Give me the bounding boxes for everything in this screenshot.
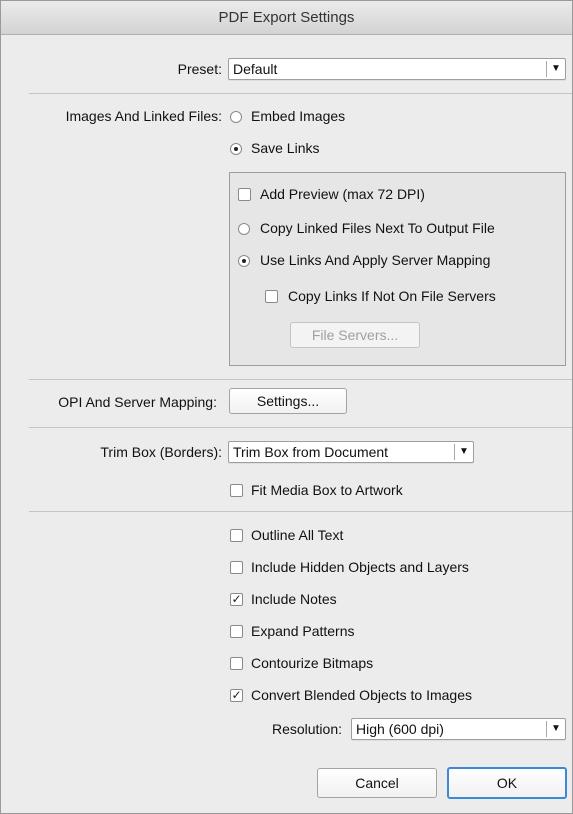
resolution-select-value: High (600 dpi) — [356, 721, 444, 737]
use-links-radio[interactable] — [238, 255, 250, 267]
separator — [29, 511, 572, 512]
save-links-radio[interactable] — [230, 143, 242, 155]
preset-label: Preset: — [177, 61, 222, 77]
copy-if-not-on-servers-label: Copy Links If Not On File Servers — [288, 288, 496, 304]
checkmark-icon: ✓ — [231, 592, 242, 606]
chevron-down-icon: ▼ — [546, 721, 565, 737]
dialog-title: PDF Export Settings — [1, 1, 572, 35]
trim-box-select[interactable]: Trim Box from Document ▼ — [228, 441, 474, 463]
include-notes-checkbox[interactable]: ✓ — [230, 593, 243, 606]
pdf-export-dialog: PDF Export Settings Preset: Default ▼ Im… — [0, 0, 573, 814]
images-linked-files-label: Images And Linked Files: — [65, 108, 222, 124]
use-links-label: Use Links And Apply Server Mapping — [260, 252, 491, 268]
expand-patterns-label: Expand Patterns — [251, 623, 355, 639]
contourize-bitmaps-label: Contourize Bitmaps — [251, 655, 374, 671]
resolution-select[interactable]: High (600 dpi) ▼ — [351, 718, 566, 740]
opi-settings-button[interactable]: Settings... — [229, 388, 347, 414]
expand-patterns-checkbox[interactable] — [230, 625, 243, 638]
add-preview-label: Add Preview (max 72 DPI) — [260, 186, 425, 202]
copy-linked-files-label: Copy Linked Files Next To Output File — [260, 220, 495, 236]
resolution-label: Resolution: — [271, 721, 342, 737]
chevron-down-icon: ▼ — [454, 444, 473, 460]
fit-media-box-checkbox[interactable] — [230, 484, 243, 497]
trim-box-label: Trim Box (Borders): — [100, 444, 222, 460]
file-servers-button[interactable]: File Servers... — [290, 322, 420, 348]
trim-box-select-value: Trim Box from Document — [233, 444, 389, 460]
add-preview-checkbox[interactable] — [238, 188, 251, 201]
include-hidden-label: Include Hidden Objects and Layers — [251, 559, 469, 575]
outline-text-checkbox[interactable] — [230, 529, 243, 542]
convert-blended-label: Convert Blended Objects to Images — [251, 687, 473, 703]
embed-images-label: Embed Images — [251, 108, 346, 124]
separator — [29, 427, 572, 428]
include-hidden-checkbox[interactable] — [230, 561, 243, 574]
preset-select-value: Default — [233, 61, 278, 77]
checkmark-icon: ✓ — [231, 688, 242, 702]
separator — [29, 379, 572, 380]
include-notes-label: Include Notes — [251, 591, 337, 607]
outline-text-label: Outline All Text — [251, 527, 344, 543]
cancel-button[interactable]: Cancel — [317, 768, 437, 798]
contourize-bitmaps-checkbox[interactable] — [230, 657, 243, 670]
separator — [29, 93, 572, 94]
embed-images-radio[interactable] — [230, 111, 242, 123]
copy-if-not-on-servers-checkbox[interactable] — [265, 290, 278, 303]
chevron-down-icon: ▼ — [546, 61, 565, 77]
save-links-label: Save Links — [251, 140, 320, 156]
ok-button[interactable]: OK — [447, 767, 567, 799]
convert-blended-checkbox[interactable]: ✓ — [230, 689, 243, 702]
opi-server-mapping-label: OPI And Server Mapping: — [58, 394, 217, 410]
fit-media-box-label: Fit Media Box to Artwork — [251, 482, 403, 498]
copy-linked-files-radio[interactable] — [238, 223, 250, 235]
preset-select[interactable]: Default ▼ — [228, 58, 566, 80]
